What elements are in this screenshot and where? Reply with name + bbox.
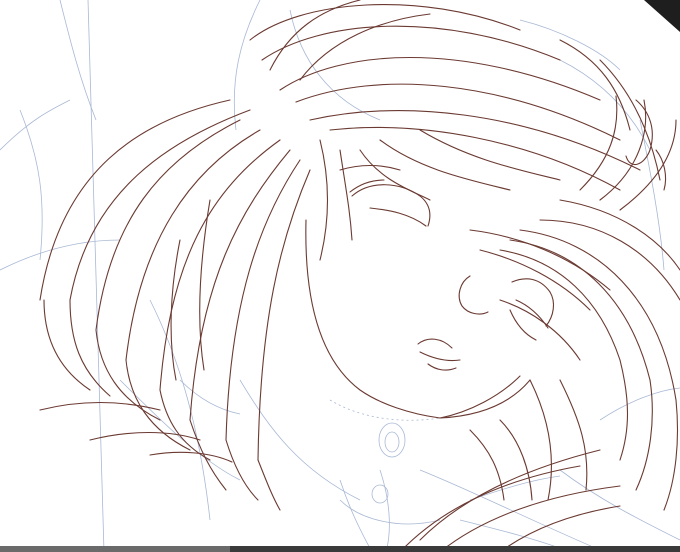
hair-strand [199,199,211,371]
hair-strand [295,83,621,141]
rough-guide-line [179,379,241,415]
rough-guide-line [419,469,601,551]
collarbone-sketch [339,499,441,525]
rough-guide-line [379,469,390,552]
hair-strand [299,13,431,81]
hair-strand [469,429,505,501]
scrollbar-thumb[interactable] [0,546,230,552]
hair-strand [159,139,281,391]
right-eye-lash [515,299,549,329]
right-eye-lid [511,278,555,327]
rough-guide-line [599,387,680,421]
hair-strand [69,109,251,301]
hair-strand [619,119,677,211]
bang-strand [339,149,353,241]
hair-strand [170,239,181,381]
collarbone-sketch [469,475,561,501]
hair-strand [279,57,601,101]
hair-strand [257,169,311,461]
rough-guide-line [559,469,680,541]
mouth-line [419,351,461,362]
rough-guide-line [339,479,373,552]
nose-line [458,275,489,315]
bang-strand [319,139,329,261]
hair-strand [225,439,259,501]
left-eye-lash [369,207,427,227]
pendant-sketch-inner [384,431,400,453]
hair-strand [309,110,641,171]
hair-strand [69,299,111,397]
line-art-layer [39,0,680,552]
bang-strand [359,149,431,201]
rough-guide-line [119,379,241,481]
hair-strand [499,299,581,361]
hair-strand [225,159,301,441]
hair-strand [189,149,291,421]
hair-strand [663,399,679,511]
hair-strand [635,379,653,491]
hair-strand [149,451,233,463]
left-eyebrow [339,164,401,171]
hair-strand [509,239,651,381]
hair-strand [257,459,281,511]
hair-strand [269,0,361,71]
bang-strand [379,139,511,191]
drawing-canvas[interactable] [0,0,680,552]
left-eye-crease [349,179,385,193]
hair-strand [499,249,621,361]
pendant-sketch-lower [371,484,389,504]
hair-strand [399,465,581,552]
hair-strand [89,432,201,441]
mouth-lower [427,363,457,371]
rough-sketch-layer [0,0,680,552]
hair-strand [579,95,618,191]
hair-strand [43,299,91,391]
hair-strand [469,229,611,291]
hair-strand [499,419,533,501]
rough-guide-line [559,59,651,151]
hair-strand [539,219,680,301]
hair-strand [599,59,661,181]
mouth-upper [417,338,453,349]
hair-strand [559,379,588,491]
hair-strand [159,389,211,461]
rough-guide-line [19,109,43,261]
hair-strand [519,229,677,401]
horizontal-scrollbar[interactable] [0,546,680,552]
hair-strand [559,39,631,131]
rough-guide-line [0,239,121,271]
hair-strand [529,379,552,501]
rough-guide-line [0,99,71,151]
rough-guide-line [87,0,105,552]
left-eye-lid [351,184,431,227]
hair-strand [419,449,601,541]
hair-ornament [625,99,653,166]
face-outline [305,219,531,419]
hair-strand [619,359,628,461]
sketch-artwork [0,0,680,552]
hair-strand [261,25,561,61]
